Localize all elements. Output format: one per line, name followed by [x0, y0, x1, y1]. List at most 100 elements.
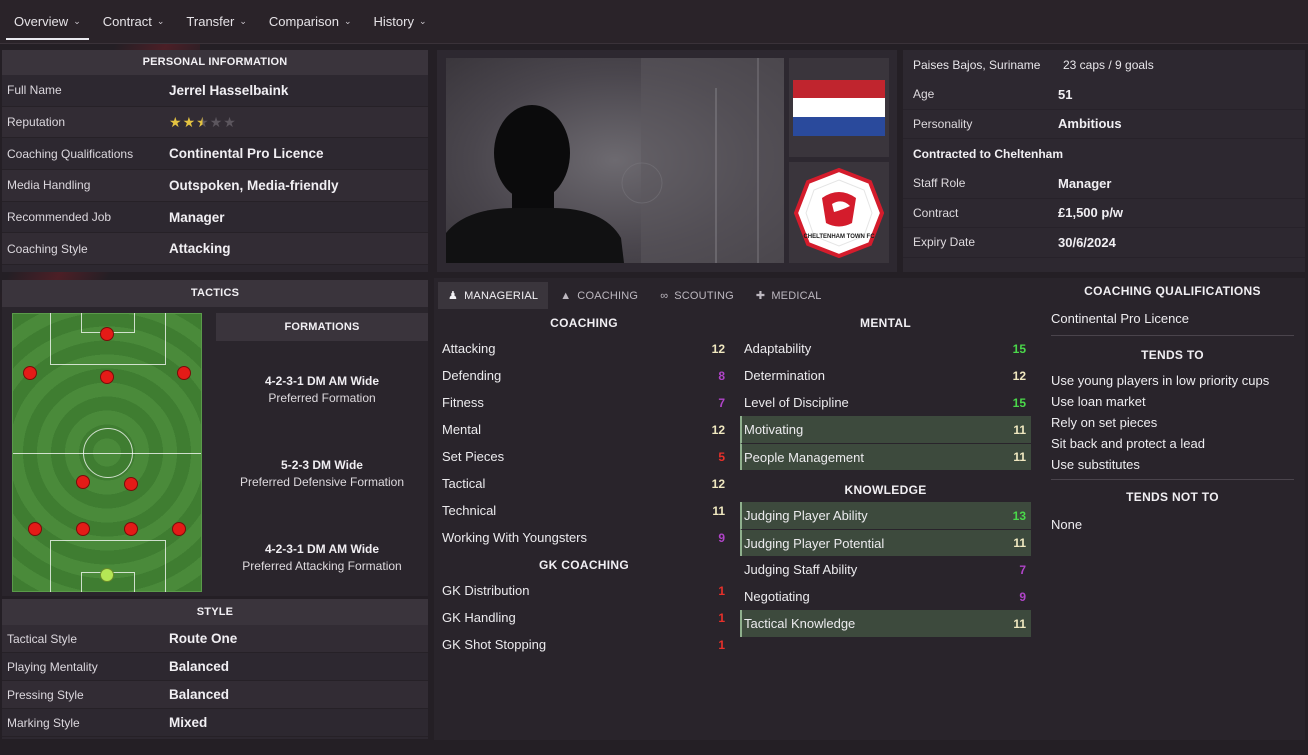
contracted-to: Contracted to Cheltenham — [913, 147, 1064, 161]
info-label: Pressing Style — [7, 687, 84, 702]
formation-type: Preferred Defensive Formation — [239, 475, 405, 489]
tab-label: MANAGERIAL — [464, 289, 539, 302]
info-label: Coaching Qualifications — [7, 146, 134, 161]
attribute-row: GK Handling 1 — [438, 604, 730, 631]
tab-medical[interactable]: ✚ MEDICAL — [746, 282, 832, 309]
player-marker[interactable] — [23, 366, 37, 380]
tab-label: History — [373, 14, 414, 29]
info-value: Outspoken, Media-friendly — [169, 177, 339, 193]
info-row-coaching-qualifications: Coaching Qualifications Continental Pro … — [2, 138, 428, 171]
attribute-value: 11 — [1013, 450, 1026, 464]
nation-flag-box[interactable] — [789, 58, 889, 157]
list-item: Use substitutes — [1051, 457, 1140, 472]
attribute-value: 12 — [711, 422, 725, 437]
attribute-row: Tactical 12 — [438, 470, 730, 497]
player-marker[interactable] — [76, 522, 90, 536]
tab-comparison[interactable]: Comparison ⌄ — [261, 4, 360, 40]
attribute-label: Tactical — [442, 476, 486, 491]
info-row-recommended-job: Recommended Job Manager — [2, 202, 428, 234]
manager-icon: ♟ — [448, 290, 459, 302]
attribute-label: Negotiating — [744, 589, 810, 604]
tab-history[interactable]: History ⌄ — [366, 4, 435, 40]
attribute-label: Adaptability — [744, 341, 812, 356]
attribute-row: Defending 8 — [438, 362, 730, 389]
attribute-value: 9 — [718, 530, 725, 545]
player-marker[interactable] — [100, 370, 114, 384]
style-panel: STYLE Tactical Style Route One Playing M… — [2, 599, 428, 739]
info-row-age: Age 51 — [903, 80, 1305, 110]
tab-scouting[interactable]: ∞ SCOUTING — [650, 282, 744, 309]
style-row-tactical: Tactical Style Route One — [2, 625, 428, 653]
info-value: Balanced — [169, 659, 230, 674]
club-badge-box[interactable]: CHELTENHAM TOWN FC — [789, 162, 889, 263]
attribute-label: Mental — [442, 422, 482, 437]
section-header: KNOWLEDGE — [844, 483, 927, 497]
info-value: Balanced — [169, 687, 230, 702]
attribute-row: Working With Youngsters 9 — [438, 524, 730, 551]
tab-transfer[interactable]: Transfer ⌄ — [178, 4, 254, 40]
formation-name: 4-2-3-1 DM AM Wide — [264, 542, 380, 556]
attribute-row: Judging Staff Ability 7 — [740, 556, 1031, 583]
formation-name: 4-2-3-1 DM AM Wide — [264, 374, 380, 388]
attribute-label: Judging Player Potential — [744, 535, 885, 551]
info-value: Attacking — [169, 241, 231, 257]
top-nav: Overview ⌄ Contract ⌄ Transfer ⌄ Comparison… — [0, 0, 1308, 44]
player-marker[interactable] — [100, 327, 114, 341]
section-header: GK COACHING — [539, 558, 629, 572]
qualification-value: Continental Pro Licence — [1051, 308, 1294, 336]
attribute-value: 12 — [711, 341, 725, 356]
tends-to-list: Use young players in low priority cups U… — [1051, 370, 1294, 480]
section-header: TENDS TO — [1141, 348, 1204, 362]
attribute-row: Negotiating 9 — [740, 583, 1031, 610]
panel-header: TACTICS — [2, 280, 428, 307]
info-label: Personality — [913, 116, 973, 131]
info-label: Expiry Date — [913, 235, 976, 250]
info-value: 30/6/2024 — [1058, 234, 1116, 250]
attribute-row: Determination 12 — [740, 362, 1031, 389]
attribute-label: Motivating — [744, 422, 804, 437]
panel-header: PERSONAL INFORMATION — [2, 50, 428, 75]
info-row-full-name: Full Name Jerrel Hasselbaink — [2, 75, 428, 107]
player-marker[interactable] — [172, 522, 186, 536]
player-marker[interactable] — [177, 366, 191, 380]
attribute-value: 15 — [1012, 341, 1026, 356]
info-label: Coaching Style — [7, 241, 88, 256]
info-value: Ambitious — [1058, 116, 1122, 132]
attribute-value: 11 — [1013, 422, 1026, 437]
player-marker[interactable] — [28, 522, 42, 536]
tendencies-panel: COACHING QUALIFICATIONS Continental Pro … — [1051, 284, 1294, 535]
attribute-value: 7 — [1019, 562, 1026, 577]
info-label: Recommended Job — [7, 210, 112, 225]
info-row-media-handling: Media Handling Outspoken, Media-friendly — [2, 170, 428, 202]
attribute-value: 5 — [718, 449, 725, 464]
attribute-row: Technical 11 — [438, 497, 730, 524]
goalkeeper-marker[interactable] — [100, 568, 114, 582]
list-item: Sit back and protect a lead — [1051, 436, 1205, 451]
attribute-row-highlighted: Motivating 11 — [740, 416, 1031, 443]
info-label: Age — [913, 87, 935, 102]
tab-label: Transfer — [186, 14, 235, 29]
section-header: MENTAL — [860, 316, 911, 330]
chevron-down-icon: ⌄ — [418, 16, 427, 26]
formation-attacking: 4-2-3-1 DM AM Wide Preferred Attacking F… — [216, 542, 428, 573]
attribute-row: Set Pieces 5 — [438, 443, 730, 470]
attribute-row-highlighted: Judging Player Potential 11 — [740, 529, 1031, 556]
info-row-personality: Personality Ambitious — [903, 110, 1305, 139]
chevron-down-icon: ⌄ — [156, 16, 165, 26]
nationality-text: Paises Bajos, Suriname — [913, 58, 1041, 72]
info-value: Mixed — [169, 715, 208, 730]
player-marker[interactable] — [124, 477, 138, 491]
tab-managerial[interactable]: ♟ MANAGERIAL — [438, 282, 549, 309]
tab-coaching[interactable]: ▲ COACHING — [550, 282, 648, 309]
player-marker[interactable] — [124, 522, 138, 536]
tab-overview[interactable]: Overview ⌄ — [6, 4, 89, 40]
player-marker[interactable] — [76, 475, 90, 489]
attribute-label: Defending — [442, 368, 502, 383]
tab-contract[interactable]: Contract ⌄ — [95, 4, 173, 40]
info-row-contract: Contract £1,500 p/w — [903, 199, 1305, 228]
attribute-label: People Management — [744, 449, 864, 465]
formation-pitch[interactable] — [12, 313, 202, 592]
binoculars-icon: ∞ — [660, 289, 669, 302]
info-row-coaching-style: Coaching Style Attacking — [2, 233, 428, 266]
attribute-value: 1 — [718, 637, 725, 652]
